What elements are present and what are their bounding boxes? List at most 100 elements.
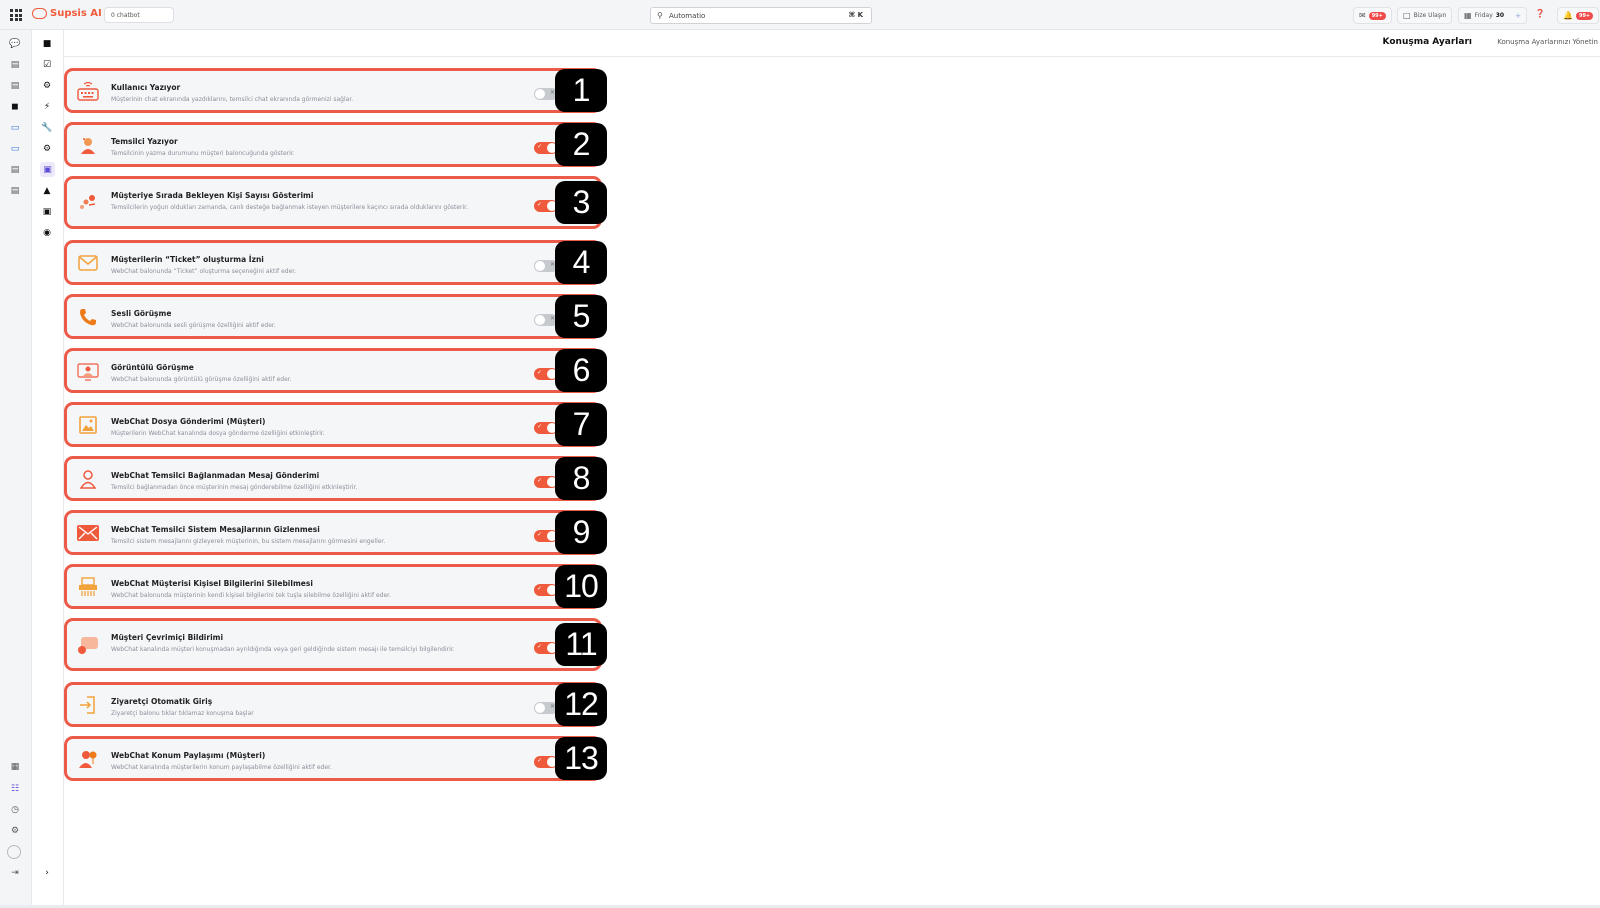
step-number-badge: 7 [555, 403, 607, 446]
setting-card: Ziyaretçi Otomatik Giriş Ziyaretçi balonu… [64, 682, 602, 727]
setting-card: WebChat Konum Paylaşımı (Müşteri) WebChat… [64, 736, 602, 781]
keyboard-icon [77, 80, 99, 102]
setting-row: WebChat Temsilci Sistem Mesajlarının Giz… [64, 510, 607, 557]
lightning-icon[interactable]: ⚡ [40, 100, 54, 114]
inbox-icon: ✉ [1359, 11, 1366, 20]
inbox-button[interactable]: ✉ 99+ [1353, 7, 1392, 24]
dashboard-icon[interactable]: ▦ [8, 760, 22, 774]
step-number-badge: 3 [555, 181, 607, 224]
setting-description: Temsilcinin yazma durumunu müşteri balon… [111, 150, 295, 157]
history-icon[interactable]: ◷ [8, 803, 22, 817]
setting-card: Müşteriye Sırada Bekleyen Kişi Sayısı Gö… [64, 176, 602, 229]
brand-logo[interactable]: Supsis AI [32, 8, 102, 19]
step-number-badge: 6 [555, 349, 607, 392]
setting-card: Kullanıcı Yazıyor Müşterinin chat ekranın… [64, 68, 602, 113]
setting-title: WebChat Temsilci Bağlanmadan Mesaj Gönde… [111, 471, 320, 480]
setting-card: Müşteri Çevrimiçi Bildirimi WebChat kanal… [64, 618, 602, 671]
setting-card: Müşterilerin “Ticket” oluşturma İzni WebC… [64, 240, 602, 285]
setting-description: WebChat kanalında müşterilerin konum pay… [111, 764, 332, 771]
toggle-knob [535, 315, 545, 325]
phone-icon [77, 306, 99, 328]
hierarchy-icon[interactable]: ▲ [40, 184, 54, 198]
folder-icon[interactable]: ▭ [8, 121, 22, 135]
setting-title: Kullanıcı Yazıyor [111, 83, 181, 92]
message-icon[interactable]: ■ [40, 37, 54, 51]
notifications-badge: 99+ [1575, 11, 1594, 20]
search-shortcut: ⌘ K [848, 11, 863, 19]
setting-row: Müşteri Çevrimiçi Bildirimi WebChat kanal… [64, 618, 607, 673]
search-input[interactable] [669, 10, 819, 21]
step-number-badge: 8 [555, 457, 607, 500]
setting-row: Sesli Görüşme WebChat balonunda sesli gör… [64, 294, 607, 341]
chat-settings-icon[interactable]: ▣ [40, 162, 55, 177]
setting-description: WebChat balonunda görüntülü görüşme özel… [111, 376, 292, 383]
step-number-badge: 12 [555, 683, 607, 726]
gear-icon[interactable]: ⚙ [40, 79, 54, 93]
apps-grid-icon[interactable] [10, 9, 22, 21]
setting-row: Kullanıcı Yazıyor Müşterinin chat ekranın… [64, 68, 607, 115]
setting-description: Temsilci sistem mesajlarını gizleyerek m… [111, 538, 386, 545]
date-day: 30 [1495, 12, 1505, 19]
setting-description: Müşterinin chat ekranında yazdıklarını, … [111, 96, 354, 103]
notifications-button[interactable]: 🔔 99+ [1557, 7, 1600, 24]
setting-title: Müşteriye Sırada Bekleyen Kişi Sayısı Gö… [111, 191, 314, 200]
setting-row: Ziyaretçi Otomatik Giriş Ziyaretçi balonu… [64, 682, 607, 729]
analytics-icon[interactable]: ◼ [8, 100, 22, 114]
brand-mark-icon [32, 8, 47, 19]
add-icon[interactable]: + [1515, 12, 1521, 20]
toggle-mark-icon: ✓ [537, 201, 543, 208]
toggle-knob [535, 89, 545, 99]
setting-card: WebChat Temsilci Sistem Mesajlarının Giz… [64, 510, 602, 555]
conversations-icon[interactable]: 💬 [8, 37, 22, 51]
inbox-tray-icon[interactable]: ▤ [8, 79, 22, 93]
folder-alt-icon[interactable]: ▭ [8, 142, 22, 156]
toggle-mark-icon: ✓ [537, 423, 543, 430]
checkbox-icon[interactable]: ☑ [40, 58, 54, 72]
setting-row: WebChat Konum Paylaşımı (Müşteri) WebChat… [64, 736, 607, 783]
org-chart-icon[interactable]: ☷ [8, 782, 22, 796]
setting-description: Müşterilerin WebChat kanalında dosya gön… [111, 430, 325, 437]
toggle-mark-icon: ✓ [537, 643, 543, 650]
step-number-badge: 9 [555, 511, 607, 554]
setting-row: Temsilci Yazıyor Temsilcinin yazma durumu… [64, 122, 607, 169]
setting-card: Sesli Görüşme WebChat balonunda sesli gör… [64, 294, 602, 339]
setting-title: WebChat Müşterisi Kişisel Bilgilerini Si… [111, 579, 313, 588]
archive-icon[interactable]: ▤ [8, 184, 22, 198]
toggle-knob [535, 703, 545, 713]
bot-icon[interactable]: ▣ [40, 205, 54, 219]
user-avatar[interactable] [7, 845, 21, 859]
search-box[interactable]: ⚲ ⌘ K [650, 7, 872, 24]
step-number-badge: 2 [555, 123, 607, 166]
secondary-sidebar: ■ ☑ ⚙ ⚡ 🔧 ⚙ ▣ ▲ ▣ ◉ › [32, 30, 64, 908]
help-icon[interactable]: ❓ [1535, 9, 1545, 18]
cog-icon[interactable]: ⚙ [40, 142, 54, 156]
logout-icon[interactable]: ⇥ [8, 866, 22, 880]
toggle-mark-icon: ✓ [537, 585, 543, 592]
setting-card: WebChat Müşterisi Kişisel Bilgilerini Si… [64, 564, 602, 609]
setting-row: Müşteriye Sırada Bekleyen Kişi Sayısı Gö… [64, 176, 607, 231]
contacts-card-icon[interactable]: ▤ [8, 58, 22, 72]
eye-icon[interactable]: ◉ [40, 226, 54, 240]
setting-row: WebChat Dosya Gönderimi (Müşteri) Müşteri… [64, 402, 607, 449]
shredder-icon [77, 576, 99, 598]
database-icon[interactable]: ▤ [8, 163, 22, 177]
setting-title: Müşteri Çevrimiçi Bildirimi [111, 633, 224, 642]
toggle-mark-icon: ✓ [537, 369, 543, 376]
search-icon: ⚲ [657, 11, 663, 20]
setting-title: Görüntülü Görüşme [111, 363, 194, 372]
toggle-mark-icon: ✓ [537, 757, 543, 764]
wrench-icon[interactable]: 🔧 [40, 121, 54, 135]
expand-chevron-icon[interactable]: › [40, 866, 54, 880]
setting-card: WebChat Temsilci Bağlanmadan Mesaj Gönde… [64, 456, 602, 501]
inbox-badge: 99+ [1368, 11, 1386, 20]
person-icon [77, 468, 99, 490]
envelope-icon [77, 252, 99, 274]
setting-row: WebChat Müşterisi Kişisel Bilgilerini Si… [64, 564, 607, 611]
contact-button[interactable]: □ Bize Ulaşın [1397, 7, 1453, 24]
chatbot-selector[interactable]: 0 chatbot [104, 7, 174, 23]
setting-row: Görüntülü Görüşme WebChat balonunda görün… [64, 348, 607, 395]
date-widget[interactable]: ▦ Friday 30 + [1458, 7, 1527, 24]
queue-icon [77, 192, 99, 214]
settings-gear-icon[interactable]: ⚙ [8, 824, 22, 838]
setting-description: Temsilci bağlanmadan önce müşterinin mes… [111, 484, 358, 491]
